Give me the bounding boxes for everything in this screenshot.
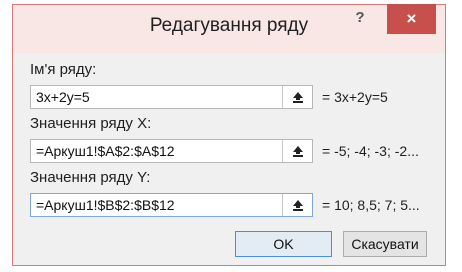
series-x-value: =Аркуш1!$A$2:$A$12 [36,143,175,159]
series-y-value: =Аркуш1!$B$2:$B$12 [36,197,175,213]
series-y-field[interactable]: =Аркуш1!$B$2:$B$12 [30,193,313,217]
help-icon[interactable]: ? [345,9,375,33]
collapse-dialog-icon [292,146,303,157]
ok-button[interactable]: OK [235,231,332,257]
series-name-preview: = 3x+2y=5 [322,89,388,105]
collapse-dialog-icon [292,200,303,211]
dialog-title: Редагування ряду [149,15,309,36]
series-y-preview: = 10; 8,5; 7; 5... [322,197,420,213]
cancel-button[interactable]: Скасувати [343,231,427,257]
collapse-dialog-button[interactable] [282,86,312,108]
collapse-dialog-button[interactable] [282,140,312,162]
collapse-dialog-button[interactable] [282,194,312,216]
series-x-field[interactable]: =Аркуш1!$A$2:$A$12 [30,139,313,163]
series-name-field[interactable]: 3x+2y=5 [30,85,313,109]
series-x-preview: = -5; -4; -3; -2... [322,143,419,159]
collapse-dialog-icon [292,92,303,103]
edit-series-dialog: Редагування ряду ? × Ім'я ряду: 3x+2y=5 … [12,4,446,266]
series-x-label: Значення ряду X: [30,115,152,132]
close-icon: × [406,9,417,28]
series-name-label: Ім'я ряду: [30,61,97,78]
title-bar: Редагування ряду ? × [13,4,445,53]
series-y-label: Значення ряду Y: [30,169,151,186]
series-name-value: 3x+2y=5 [36,89,90,105]
close-button[interactable]: × [387,4,436,34]
